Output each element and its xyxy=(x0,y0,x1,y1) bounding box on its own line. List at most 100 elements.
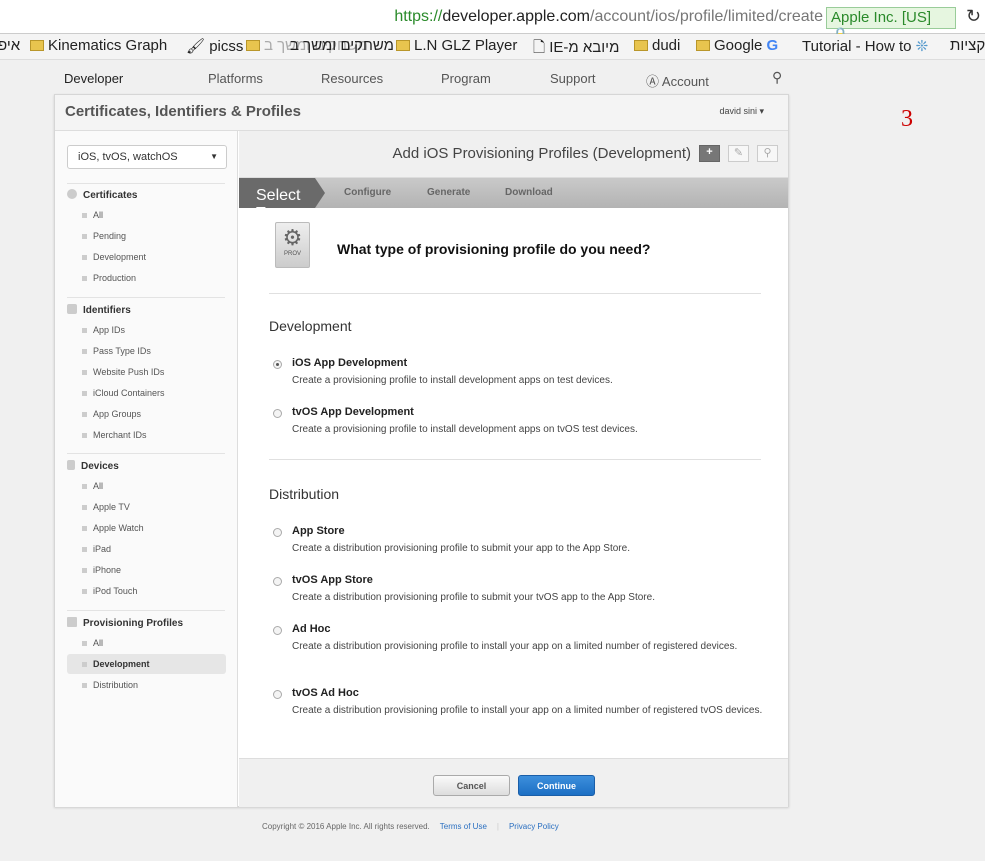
sidebar-item-pass-type-ids[interactable]: Pass Type IDs xyxy=(67,341,226,361)
folder-icon xyxy=(30,40,44,51)
search-icon[interactable]: ⚲ xyxy=(772,69,782,86)
search-icon: ⚲ xyxy=(763,147,772,159)
sidebar-item-profiles-distribution[interactable]: Distribution xyxy=(67,675,226,695)
user-menu[interactable]: david sini ▾ xyxy=(719,106,764,117)
sidebar-item-apple-tv[interactable]: Apple TV xyxy=(67,497,226,517)
option-description: Create a distribution provisioning profi… xyxy=(292,592,655,603)
bookmark[interactable]: קציות xyxy=(950,37,985,54)
radio-tvos-ad-hoc[interactable] xyxy=(273,690,282,699)
option-title[interactable]: tvOS Ad Hoc xyxy=(292,687,359,699)
option-title[interactable]: App Store xyxy=(292,525,345,537)
bookmark[interactable]: Tutorial - How to ❊ xyxy=(802,37,928,55)
step-generate: Generate xyxy=(427,187,471,198)
prov-file-icon: ⚙ PROV xyxy=(275,222,310,268)
section-provisioning-profiles[interactable]: Provisioning Profiles xyxy=(67,617,183,629)
sidebar-item-ipad[interactable]: iPad xyxy=(67,539,226,559)
content-body: ⚙ PROV What type of provisioning profile… xyxy=(239,208,788,758)
folder-icon xyxy=(396,40,410,51)
main-card: Certificates, Identifiers & Profiles dav… xyxy=(54,94,789,807)
sidebar-item-profiles-all[interactable]: All xyxy=(67,633,226,653)
edit-button[interactable]: ✎ xyxy=(728,145,749,162)
account-icon: Ⓐ xyxy=(646,74,660,89)
sidebar-item-website-push-ids[interactable]: Website Push IDs xyxy=(67,362,226,382)
privacy-link[interactable]: Privacy Policy xyxy=(509,822,559,831)
certificate-icon xyxy=(67,189,77,199)
radio-tvos-app-development[interactable] xyxy=(273,409,282,418)
sidebar-item-app-ids[interactable]: App IDs xyxy=(67,320,226,340)
sidebar-item-icloud-containers[interactable]: iCloud Containers xyxy=(67,383,226,403)
option-description: Create a provisioning profile to install… xyxy=(292,424,638,435)
step-download: Download xyxy=(505,187,553,198)
bookmark[interactable]: 🖌 picss xyxy=(186,37,243,55)
folder-icon xyxy=(246,40,260,51)
ev-certificate-badge[interactable]: Apple Inc. [US] 🔒 xyxy=(826,7,956,44)
divider xyxy=(67,183,225,184)
divider xyxy=(67,453,225,454)
option-description: Create a distribution provisioning profi… xyxy=(292,641,738,652)
option-title[interactable]: tvOS App Development xyxy=(292,406,414,418)
group-heading-development: Development xyxy=(269,318,352,334)
reload-icon[interactable]: ↻ xyxy=(966,6,981,27)
sidebar-item-certificates-development[interactable]: Development xyxy=(67,247,226,267)
sidebar-item-merchant-ids[interactable]: Merchant IDs xyxy=(67,425,226,445)
sidebar-item-apple-watch[interactable]: Apple Watch xyxy=(67,518,226,538)
sidebar-item-iphone[interactable]: iPhone xyxy=(67,560,226,580)
sidebar-item-app-groups[interactable]: App Groups xyxy=(67,404,226,424)
sidebar-item-ipod-touch[interactable]: iPod Touch xyxy=(67,581,226,601)
device-icon xyxy=(67,460,75,470)
platform-select[interactable]: iOS, tvOS, watchOS ▼ xyxy=(67,145,227,169)
address-bar[interactable]: https://developer.apple.com/account/ios/… xyxy=(0,0,985,44)
url-text[interactable]: https://developer.apple.com/account/ios/… xyxy=(394,8,823,26)
nav-support[interactable]: Support xyxy=(550,71,596,86)
folder-icon xyxy=(696,40,710,51)
sidebar: iOS, tvOS, watchOS ▼ Certificates All Pen… xyxy=(55,131,238,807)
option-title[interactable]: Ad Hoc xyxy=(292,623,331,635)
radio-tvos-app-store[interactable] xyxy=(273,577,282,586)
terms-link[interactable]: Terms of Use xyxy=(440,822,487,831)
bookmark[interactable]: משחקים ומשך ב xyxy=(290,37,394,54)
apple-developer-logo[interactable]: Developer xyxy=(64,71,123,86)
bookmark[interactable]: Google G xyxy=(696,37,778,54)
bookmark[interactable]: איפ xyxy=(0,37,20,54)
option-description: Create a provisioning profile to install… xyxy=(292,375,613,386)
chevron-down-icon: ▼ xyxy=(210,152,218,161)
sidebar-item-certificates-production[interactable]: Production xyxy=(67,268,226,288)
card-header: Certificates, Identifiers & Profiles dav… xyxy=(55,95,788,131)
sidebar-item-certificates-pending[interactable]: Pending xyxy=(67,226,226,246)
page-title: Certificates, Identifiers & Profiles xyxy=(65,103,301,120)
annotation-number: 3 xyxy=(901,106,913,132)
radio-app-store[interactable] xyxy=(273,528,282,537)
cancel-button[interactable]: Cancel xyxy=(433,775,510,796)
divider xyxy=(269,293,761,294)
radio-ad-hoc[interactable] xyxy=(273,626,282,635)
plus-icon: + xyxy=(706,146,713,158)
section-devices[interactable]: Devices xyxy=(67,460,119,472)
bookmark[interactable]: L.N GLZ Player xyxy=(396,37,517,54)
section-identifiers[interactable]: Identifiers xyxy=(67,304,131,316)
sidebar-item-devices-all[interactable]: All xyxy=(67,476,226,496)
bookmark[interactable]: 🗋 IE-מיובא מ xyxy=(533,37,619,62)
divider xyxy=(269,459,761,460)
profile-icon xyxy=(67,617,77,627)
gear-icon: ⚙ xyxy=(282,225,303,250)
bookmark[interactable]: Kinematics Graph xyxy=(30,37,167,54)
section-certificates[interactable]: Certificates xyxy=(67,189,137,201)
nav-program[interactable]: Program xyxy=(441,71,491,86)
question-heading: What type of provisioning profile do you… xyxy=(337,241,651,257)
continue-button[interactable]: Continue xyxy=(518,775,595,796)
nav-platforms[interactable]: Platforms xyxy=(208,71,263,86)
sidebar-item-profiles-development[interactable]: Development xyxy=(67,654,226,674)
sidebar-item-certificates-all[interactable]: All xyxy=(67,205,226,225)
radio-ios-app-development[interactable] xyxy=(273,360,282,369)
developer-nav: Developer Platforms Resources Program Su… xyxy=(0,60,985,94)
edit-icon: ✎ xyxy=(733,147,744,159)
add-button[interactable]: + xyxy=(699,145,720,162)
option-title[interactable]: iOS App Development xyxy=(292,357,407,369)
nav-resources[interactable]: Resources xyxy=(321,71,383,86)
id-icon xyxy=(67,304,77,314)
nav-account[interactable]: Ⓐ Account xyxy=(646,71,709,90)
bookmark[interactable]: dudi xyxy=(634,37,680,54)
option-title[interactable]: tvOS App Store xyxy=(292,574,373,586)
option-description: Create a distribution provisioning profi… xyxy=(292,543,630,554)
search-button[interactable]: ⚲ xyxy=(757,145,778,162)
